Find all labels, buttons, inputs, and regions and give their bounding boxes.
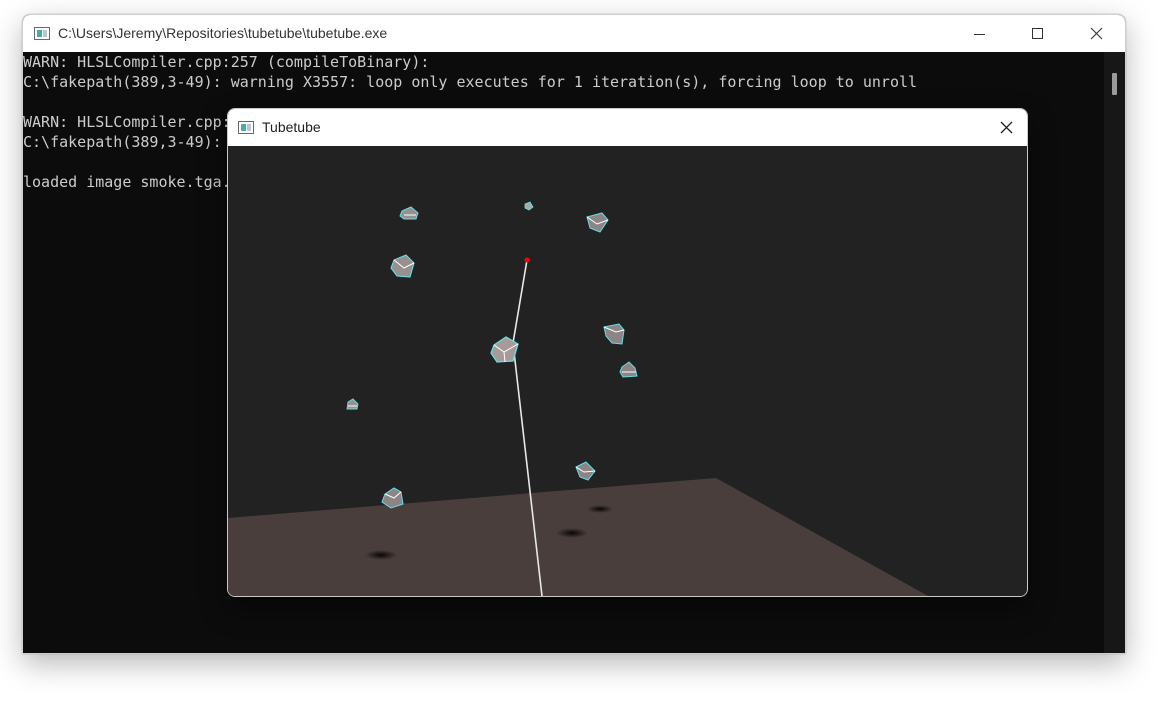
close-button[interactable]: [985, 109, 1027, 146]
console-line: C:\fakepath(389,3-49): warning X3557: lo…: [23, 73, 918, 91]
maximize-icon: [1032, 27, 1043, 39]
tubetube-titlebar[interactable]: Tubetube: [228, 109, 1027, 146]
scene-canvas[interactable]: [228, 146, 1027, 596]
object-shadow: [587, 505, 613, 513]
close-icon: [1090, 27, 1102, 40]
object-shadow: [365, 550, 397, 560]
object-shadow: [556, 528, 588, 538]
console-window-title: C:\Users\Jeremy\Repositories\tubetube\tu…: [58, 25, 388, 41]
minimize-icon: [974, 33, 985, 35]
console-app-icon: [34, 27, 50, 40]
scrollbar-thumb[interactable]: [1112, 73, 1117, 95]
tubetube-window-title: Tubetube: [262, 119, 321, 135]
close-icon: [1000, 121, 1012, 134]
close-button[interactable]: [1067, 15, 1125, 52]
tubetube-window[interactable]: Tubetube: [227, 108, 1028, 597]
tubetube-app-icon: [238, 121, 254, 134]
3d-viewport[interactable]: [228, 146, 1027, 596]
target-point: [524, 257, 530, 263]
console-scrollbar[interactable]: [1104, 52, 1125, 653]
minimize-button[interactable]: [951, 15, 1009, 52]
console-titlebar[interactable]: C:\Users\Jeremy\Repositories\tubetube\tu…: [23, 15, 1125, 52]
console-line: WARN: HLSLCompiler.cpp:257 (compileToBin…: [23, 53, 430, 71]
maximize-button[interactable]: [1009, 15, 1067, 52]
